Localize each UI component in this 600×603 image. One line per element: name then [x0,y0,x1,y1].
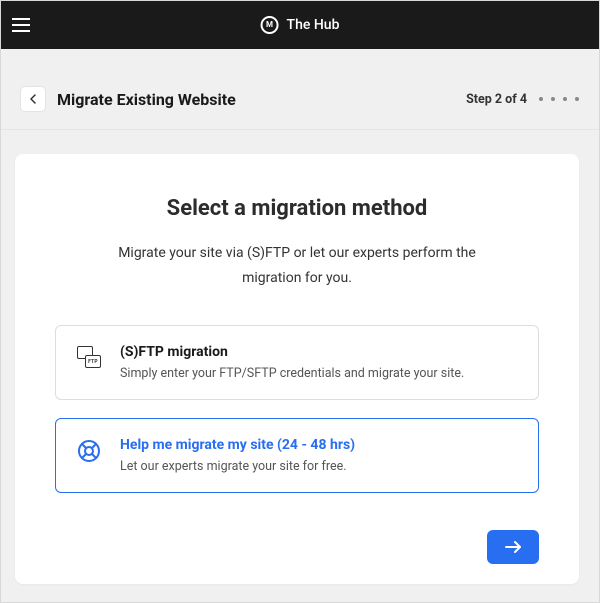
option-help-migrate[interactable]: Help me migrate my site (24 - 48 hrs) Le… [55,418,539,493]
brand-name: The Hub [287,17,340,33]
back-button[interactable] [21,87,45,111]
brand: M The Hub [261,16,340,34]
page-body: Migrate Existing Website Step 2 of 4 Sel… [1,49,599,584]
page-header: Migrate Existing Website Step 2 of 4 [1,49,599,130]
option-sftp[interactable]: FTP (S)FTP migration Simply enter your F… [55,325,539,400]
card-heading: Select a migration method [55,196,539,221]
lifebuoy-icon [76,437,102,463]
brand-logo-icon: M [261,16,279,34]
step-dot [575,97,579,101]
top-bar: M The Hub [1,1,599,49]
card-subtitle: Migrate your site via (S)FTP or let our … [107,241,487,291]
step-dot [539,97,543,101]
content-card: Select a migration method Migrate your s… [15,154,579,584]
page-title: Migrate Existing Website [57,90,454,109]
option-help-desc: Let our experts migrate your site for fr… [120,459,518,474]
step-dots [539,97,579,101]
option-help-title: Help me migrate my site (24 - 48 hrs) [120,437,518,453]
step-indicator: Step 2 of 4 [466,92,579,107]
chevron-left-icon [30,94,36,104]
hamburger-icon [12,18,30,32]
menu-button[interactable] [1,1,41,49]
step-label: Step 2 of 4 [466,92,527,107]
step-dot [551,97,555,101]
option-sftp-title: (S)FTP migration [120,344,518,360]
arrow-right-icon [505,541,521,553]
next-button[interactable] [487,530,539,564]
ftp-icon: FTP [76,344,102,368]
option-sftp-desc: Simply enter your FTP/SFTP credentials a… [120,366,518,381]
step-dot [563,97,567,101]
